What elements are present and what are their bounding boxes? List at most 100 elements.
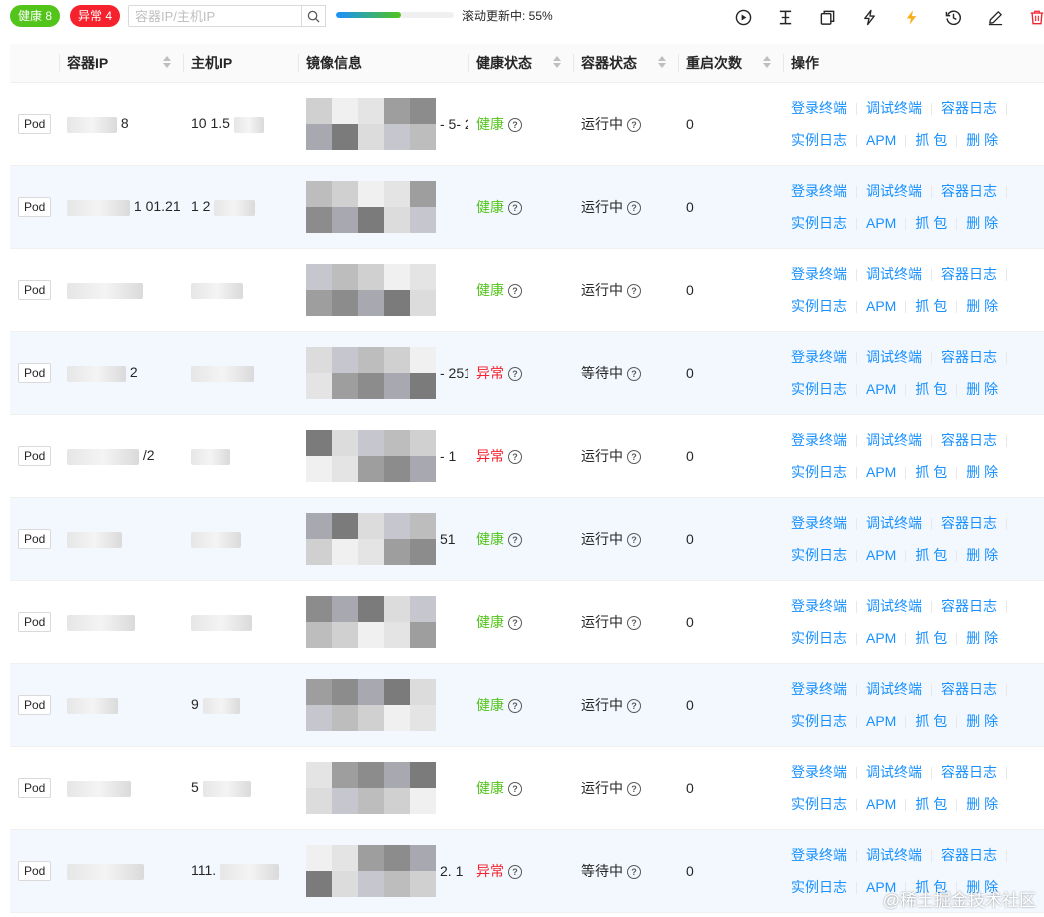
instance-logs-link[interactable]: 实例日志 bbox=[791, 464, 847, 480]
help-icon[interactable]: ? bbox=[627, 118, 641, 133]
help-icon[interactable]: ? bbox=[627, 284, 641, 299]
edit-icon[interactable] bbox=[986, 8, 1004, 26]
instance-logs-link[interactable]: 实例日志 bbox=[791, 630, 847, 646]
container-logs-link[interactable]: 容器日志 bbox=[941, 183, 997, 199]
delete-link[interactable]: 删 除 bbox=[966, 547, 998, 563]
login-terminal-link[interactable]: 登录终端 bbox=[791, 764, 847, 780]
instance-logs-link[interactable]: 实例日志 bbox=[791, 132, 847, 148]
apm-link[interactable]: APM bbox=[866, 132, 896, 148]
container-logs-link[interactable]: 容器日志 bbox=[941, 764, 997, 780]
capture-packets-link[interactable]: 抓 包 bbox=[915, 630, 947, 646]
apm-link[interactable]: APM bbox=[866, 464, 896, 480]
text-cursor-icon[interactable] bbox=[776, 8, 794, 26]
help-icon[interactable]: ? bbox=[627, 782, 641, 797]
apm-link[interactable]: APM bbox=[866, 298, 896, 314]
sort-icon[interactable] bbox=[763, 56, 771, 68]
apm-link[interactable]: APM bbox=[866, 547, 896, 563]
debug-terminal-link[interactable]: 调试终端 bbox=[866, 598, 922, 614]
debug-terminal-link[interactable]: 调试终端 bbox=[866, 681, 922, 697]
capture-packets-link[interactable]: 抓 包 bbox=[915, 547, 947, 563]
apm-link[interactable]: APM bbox=[866, 630, 896, 646]
column-health[interactable]: 健康状态 bbox=[468, 44, 573, 83]
capture-packets-link[interactable]: 抓 包 bbox=[915, 132, 947, 148]
login-terminal-link[interactable]: 登录终端 bbox=[791, 349, 847, 365]
delete-link[interactable]: 删 除 bbox=[966, 464, 998, 480]
help-icon[interactable]: ? bbox=[508, 533, 522, 548]
search-input[interactable] bbox=[128, 5, 302, 27]
capture-packets-link[interactable]: 抓 包 bbox=[915, 381, 947, 397]
delete-link[interactable]: 删 除 bbox=[966, 381, 998, 397]
capture-packets-link[interactable]: 抓 包 bbox=[915, 215, 947, 231]
debug-terminal-link[interactable]: 调试终端 bbox=[866, 515, 922, 531]
help-icon[interactable]: ? bbox=[627, 201, 641, 216]
debug-terminal-link[interactable]: 调试终端 bbox=[866, 183, 922, 199]
help-icon[interactable]: ? bbox=[627, 616, 641, 631]
help-icon[interactable]: ? bbox=[627, 699, 641, 714]
debug-terminal-link[interactable]: 调试终端 bbox=[866, 764, 922, 780]
instance-logs-link[interactable]: 实例日志 bbox=[791, 796, 847, 812]
login-terminal-link[interactable]: 登录终端 bbox=[791, 183, 847, 199]
container-logs-link[interactable]: 容器日志 bbox=[941, 847, 997, 863]
instance-logs-link[interactable]: 实例日志 bbox=[791, 298, 847, 314]
delete-link[interactable]: 删 除 bbox=[966, 132, 998, 148]
help-icon[interactable]: ? bbox=[508, 450, 522, 465]
help-icon[interactable]: ? bbox=[508, 367, 522, 382]
healthy-count-badge[interactable]: 健康 8 bbox=[10, 5, 61, 27]
debug-terminal-link[interactable]: 调试终端 bbox=[866, 432, 922, 448]
container-logs-link[interactable]: 容器日志 bbox=[941, 515, 997, 531]
help-icon[interactable]: ? bbox=[508, 284, 522, 299]
instance-logs-link[interactable]: 实例日志 bbox=[791, 547, 847, 563]
instance-logs-link[interactable]: 实例日志 bbox=[791, 879, 847, 895]
lightning-filled-icon[interactable] bbox=[902, 8, 920, 26]
capture-packets-link[interactable]: 抓 包 bbox=[915, 464, 947, 480]
lightning-outline-icon[interactable] bbox=[860, 8, 878, 26]
login-terminal-link[interactable]: 登录终端 bbox=[791, 432, 847, 448]
help-icon[interactable]: ? bbox=[508, 616, 522, 631]
apm-link[interactable]: APM bbox=[866, 381, 896, 397]
apm-link[interactable]: APM bbox=[866, 796, 896, 812]
debug-terminal-link[interactable]: 调试终端 bbox=[866, 847, 922, 863]
login-terminal-link[interactable]: 登录终端 bbox=[791, 100, 847, 116]
delete-link[interactable]: 删 除 bbox=[966, 630, 998, 646]
container-logs-link[interactable]: 容器日志 bbox=[941, 100, 997, 116]
apm-link[interactable]: APM bbox=[866, 215, 896, 231]
help-icon[interactable]: ? bbox=[627, 450, 641, 465]
delete-link[interactable]: 删 除 bbox=[966, 215, 998, 231]
delete-link[interactable]: 删 除 bbox=[966, 713, 998, 729]
column-container-ip[interactable]: 容器IP bbox=[59, 44, 183, 83]
history-icon[interactable] bbox=[944, 8, 962, 26]
container-logs-link[interactable]: 容器日志 bbox=[941, 598, 997, 614]
help-icon[interactable]: ? bbox=[627, 865, 641, 880]
debug-terminal-link[interactable]: 调试终端 bbox=[866, 266, 922, 282]
capture-packets-link[interactable]: 抓 包 bbox=[915, 713, 947, 729]
instance-logs-link[interactable]: 实例日志 bbox=[791, 713, 847, 729]
help-icon[interactable]: ? bbox=[627, 367, 641, 382]
sort-icon[interactable] bbox=[553, 56, 561, 68]
container-logs-link[interactable]: 容器日志 bbox=[941, 266, 997, 282]
delete-link[interactable]: 删 除 bbox=[966, 796, 998, 812]
instance-logs-link[interactable]: 实例日志 bbox=[791, 215, 847, 231]
help-icon[interactable]: ? bbox=[508, 118, 522, 133]
play-circle-icon[interactable] bbox=[734, 8, 752, 26]
sort-icon[interactable] bbox=[658, 56, 666, 68]
column-restarts[interactable]: 重启次数 bbox=[678, 44, 783, 83]
help-icon[interactable]: ? bbox=[508, 201, 522, 216]
instance-logs-link[interactable]: 实例日志 bbox=[791, 381, 847, 397]
login-terminal-link[interactable]: 登录终端 bbox=[791, 681, 847, 697]
abnormal-count-badge[interactable]: 异常 4 bbox=[70, 5, 121, 27]
container-logs-link[interactable]: 容器日志 bbox=[941, 432, 997, 448]
help-icon[interactable]: ? bbox=[508, 865, 522, 880]
login-terminal-link[interactable]: 登录终端 bbox=[791, 266, 847, 282]
search-button[interactable] bbox=[302, 5, 326, 27]
help-icon[interactable]: ? bbox=[627, 533, 641, 548]
copy-icon[interactable] bbox=[818, 8, 836, 26]
sort-icon[interactable] bbox=[163, 56, 171, 68]
debug-terminal-link[interactable]: 调试终端 bbox=[866, 100, 922, 116]
debug-terminal-link[interactable]: 调试终端 bbox=[866, 349, 922, 365]
capture-packets-link[interactable]: 抓 包 bbox=[915, 796, 947, 812]
delete-link[interactable]: 删 除 bbox=[966, 298, 998, 314]
login-terminal-link[interactable]: 登录终端 bbox=[791, 598, 847, 614]
container-logs-link[interactable]: 容器日志 bbox=[941, 681, 997, 697]
login-terminal-link[interactable]: 登录终端 bbox=[791, 847, 847, 863]
column-container-status[interactable]: 容器状态 bbox=[573, 44, 678, 83]
